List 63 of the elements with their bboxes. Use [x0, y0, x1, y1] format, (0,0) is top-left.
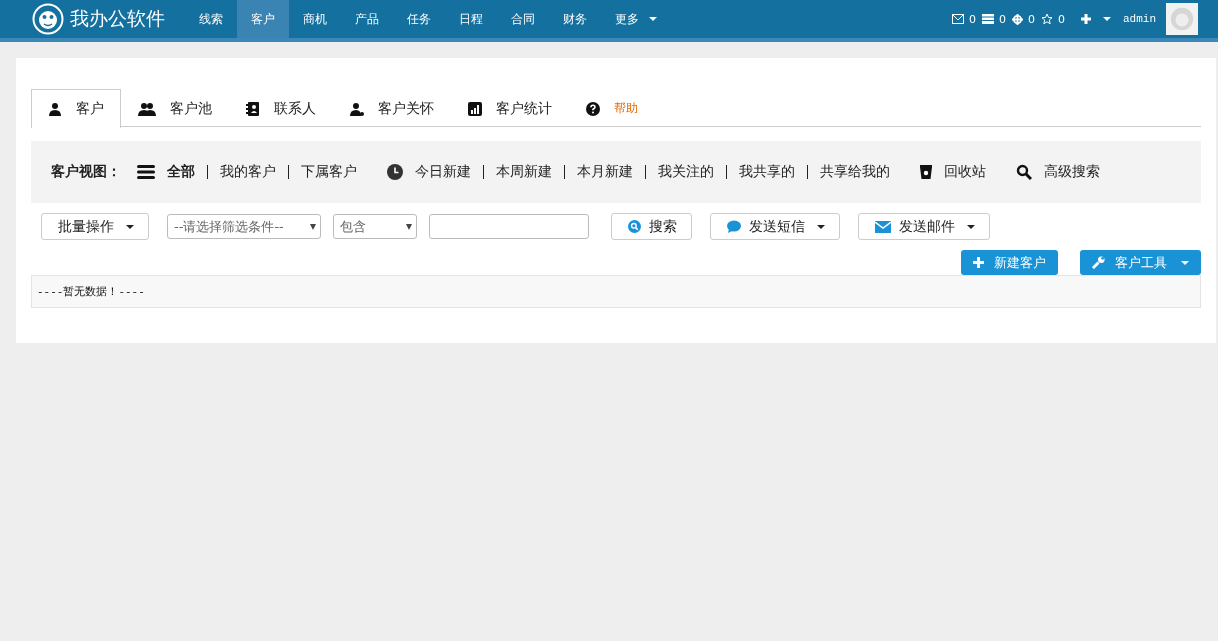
view-link[interactable]: 高级搜索: [1044, 163, 1100, 181]
view-link[interactable]: 我的客户: [220, 163, 276, 181]
address-book-icon: [246, 101, 260, 116]
trash-icon: [920, 165, 932, 179]
list-icon[interactable]: [982, 14, 994, 24]
send-mail-button[interactable]: 发送邮件: [858, 213, 990, 240]
send-sms-button[interactable]: 发送短信: [710, 213, 840, 240]
view-link[interactable]: 本月新建: [577, 163, 633, 181]
mail-icon[interactable]: [952, 14, 964, 24]
tab[interactable]: 客户关怀: [333, 89, 451, 127]
plus-icon: [973, 257, 984, 268]
batch-operation-button[interactable]: 批量操作: [41, 213, 149, 240]
user-name[interactable]: admin: [1123, 13, 1156, 25]
view-link[interactable]: 我关注的: [658, 163, 714, 181]
speech-bubble-icon: [727, 220, 741, 233]
nav-item[interactable]: 任务: [393, 0, 445, 38]
counter-text: 0: [969, 12, 976, 26]
view-link[interactable]: 回收站: [944, 163, 986, 181]
counter-text: 0: [999, 12, 1006, 26]
wrench-icon: [1092, 256, 1105, 269]
search-input[interactable]: [429, 214, 589, 239]
empty-message: ----暂无数据！----: [37, 285, 145, 299]
nav-item[interactable]: 财务: [549, 0, 601, 38]
dropdown-arrow-icon: [406, 223, 412, 230]
tab[interactable]: 客户池: [121, 89, 229, 127]
nav-item[interactable]: 客户: [237, 0, 289, 38]
counter-text: 0: [1028, 12, 1035, 26]
dropdown-arrow-icon: [310, 223, 316, 230]
menu-icon: [137, 165, 155, 179]
person-icon: [48, 102, 62, 116]
star-icon[interactable]: [1041, 13, 1053, 25]
nav-item[interactable]: 合同: [497, 0, 549, 38]
more-menu[interactable]: 更多: [601, 0, 671, 38]
nav-item[interactable]: 产品: [341, 0, 393, 38]
brand-name[interactable]: 我办公软件: [70, 6, 165, 32]
view-link[interactable]: 今日新建: [415, 163, 471, 181]
view-link[interactable]: 本周新建: [496, 163, 552, 181]
filter-condition-select[interactable]: --请选择筛选条件--: [167, 214, 321, 239]
people-icon: [138, 101, 156, 116]
view-link[interactable]: 共享给我的: [820, 163, 890, 181]
search-button[interactable]: 搜索: [611, 213, 692, 240]
tab[interactable]: 联系人: [229, 89, 333, 127]
bar-chart-icon: [468, 101, 482, 116]
view-label: 客户视图：: [51, 163, 121, 181]
clock-icon: [387, 164, 403, 180]
help-icon: [586, 101, 600, 116]
operator-select[interactable]: 包含: [333, 214, 417, 239]
nav-item[interactable]: 日程: [445, 0, 497, 38]
crosshair-icon[interactable]: [1012, 13, 1023, 25]
search-icon: [628, 220, 641, 233]
view-link[interactable]: 下属客户: [301, 163, 357, 181]
caret-icon[interactable]: [1103, 17, 1111, 21]
nav-item[interactable]: 商机: [289, 0, 341, 38]
nav-item[interactable]: 线索: [185, 0, 237, 38]
tab[interactable]: 客户: [31, 89, 121, 128]
search-icon: [1016, 164, 1032, 180]
view-link[interactable]: 我共享的: [739, 163, 795, 181]
envelope-icon: [875, 220, 891, 233]
person-icon: [350, 101, 364, 116]
view-link[interactable]: 全部: [167, 163, 195, 181]
plus-icon[interactable]: [1081, 14, 1091, 24]
tab[interactable]: 客户统计: [451, 89, 569, 127]
counter-text: 0: [1058, 12, 1065, 26]
